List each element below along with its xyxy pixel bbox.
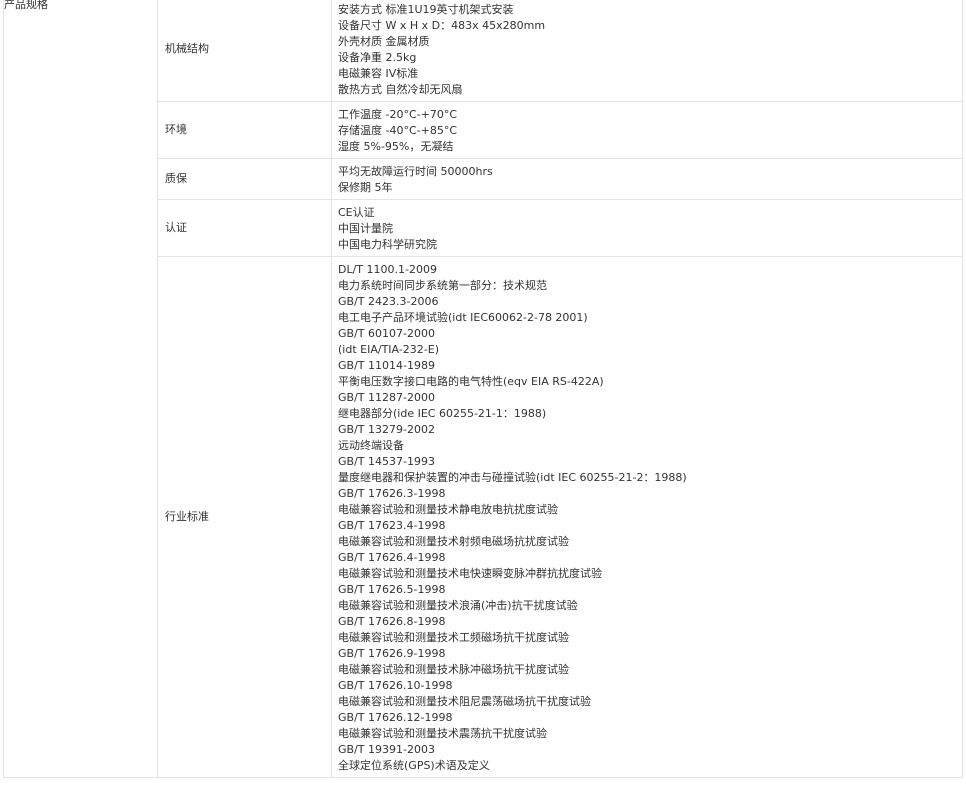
spec-line: GB/T 17626.9-1998 — [338, 647, 446, 660]
spec-line: 设备尺寸 W x H x D：483x 45x280mm — [338, 19, 546, 32]
spec-line: 量度继电器和保护装置的冲击与碰撞试验(idt IEC 60255-21-2：19… — [338, 471, 687, 484]
spec-line: 中国电力科学研究院 — [338, 238, 437, 251]
category-cell: 产品规格 — [3, 0, 158, 778]
spec-line: 中国计量院 — [338, 222, 393, 235]
spec-line: GB/T 17626.8-1998 — [338, 615, 446, 628]
spec-line: 电磁兼容试验和测量技术射频电磁场抗扰度试验 — [338, 535, 569, 548]
group-cell: 机械结构 — [157, 0, 332, 102]
spec-line: 安装方式 标准1U19英寸机架式安装 — [338, 3, 514, 16]
group-cell: 认证 — [157, 199, 332, 257]
spec-content-cell: 平均无故障运行时间 50000hrs 保修期 5年 — [331, 158, 963, 200]
spec-line: 电磁兼容试验和测量技术脉冲磁场抗干扰度试验 — [338, 663, 569, 676]
spec-line: 电磁兼容 IV标准 — [338, 67, 419, 80]
spec-line: GB/T 14537-1993 — [338, 455, 435, 468]
spec-line: 散热方式 自然冷却无风扇 — [338, 83, 463, 96]
group-label: 环境 — [165, 123, 187, 136]
spec-line: 存储温度 -40°C-+85°C — [338, 124, 458, 137]
spec-line: 设备净重 2.5kg — [338, 51, 417, 64]
spec-line: DL/T 1100.1-2009 — [338, 263, 437, 276]
spec-line: 电磁兼容试验和测量技术浪涌(冲击)抗干扰度试验 — [338, 599, 578, 612]
spec-line: 电磁兼容试验和测量技术阻尼震荡磁场抗干扰度试验 — [338, 695, 591, 708]
spec-line: 工作温度 -20°C-+70°C — [338, 108, 458, 121]
spec-line: GB/T 60107-2000 — [338, 327, 435, 340]
category-label: 产品规格 — [4, 0, 48, 11]
spec-line: 平均无故障运行时间 50000hrs — [338, 165, 493, 178]
group-label: 质保 — [165, 172, 187, 185]
spec-line: CE认证 — [338, 206, 375, 219]
spec-line: 全球定位系统(GPS)术语及定义 — [338, 759, 490, 772]
spec-line: 远动终端设备 — [338, 439, 404, 452]
spec-line: 电磁兼容试验和测量技术工频磁场抗干扰度试验 — [338, 631, 569, 644]
group-label: 机械结构 — [165, 42, 209, 55]
spec-line: 电磁兼容试验和测量技术静电放电抗扰度试验 — [338, 503, 558, 516]
spec-row: 产品规格机械结构 安装方式 标准1U19英寸机架式安装设备尺寸 W x H x D… — [3, 0, 963, 778]
spec-table: 产品规格机械结构 安装方式 标准1U19英寸机架式安装设备尺寸 W x H x D… — [3, 0, 963, 778]
spec-content-cell: CE认证中国计量院中国电力科学研究院 — [331, 199, 963, 257]
spec-line: 保修期 5年 — [338, 181, 393, 194]
spec-line: GB/T 19391-2003 — [338, 743, 435, 756]
spec-line: GB/T 2423.3-2006 — [338, 295, 439, 308]
spec-line: GB/T 11014-1989 — [338, 359, 435, 372]
spec-line: 电力系统时间同步系统第一部分：技术规范 — [338, 279, 547, 292]
spec-content-cell: DL/T 1100.1-2009 电力系统时间同步系统第一部分：技术规范 GB/T … — [331, 256, 963, 778]
spec-content-cell: 安装方式 标准1U19英寸机架式安装设备尺寸 W x H x D：483x 45… — [331, 0, 963, 102]
spec-line: 电磁兼容试验和测量技术震荡抗干扰度试验 — [338, 727, 547, 740]
spec-line: GB/T 13279-2002 — [338, 423, 435, 436]
group-cell: 环境 — [157, 101, 332, 159]
group-cell: 质保 — [157, 158, 332, 200]
spec-line: 电磁兼容试验和测量技术电快速瞬变脉冲群抗扰度试验 — [338, 567, 602, 580]
group-label: 行业标准 — [165, 510, 209, 523]
spec-line: GB/T 17626.10-1998 — [338, 679, 453, 692]
spec-line: 外壳材质 金属材质 — [338, 35, 430, 48]
spec-line: GB/T 17626.4-1998 — [338, 551, 446, 564]
spec-line: GB/T 11287-2000 — [338, 391, 435, 404]
spec-line: GB/T 17626.12-1998 — [338, 711, 453, 724]
spec-line: 电工电子产品环境试验(idt IEC60062-2-78 2001) — [338, 311, 588, 324]
spec-line: 继电器部分(ide IEC 60255-21-1：1988) — [338, 407, 547, 420]
group-label: 认证 — [165, 221, 187, 234]
group-cell: 行业标准 — [157, 256, 332, 778]
spec-line: GB/T 17623.4-1998 — [338, 519, 446, 532]
spec-line: (idt EIA/TIA-232-E) — [338, 343, 439, 356]
spec-line: GB/T 17626.3-1998 — [338, 487, 446, 500]
spec-line: 湿度 5%-95%，无凝结 — [338, 140, 454, 153]
spec-line: 平衡电压数字接口电路的电气特性(eqv EIA RS-422A) — [338, 375, 604, 388]
spec-content-cell: 工作温度 -20°C-+70°C 存储温度 -40°C-+85°C 湿度 5%-95… — [331, 101, 963, 159]
spec-table-body: 产品规格机械结构 安装方式 标准1U19英寸机架式安装设备尺寸 W x H x D… — [3, 0, 963, 778]
spec-line: GB/T 17626.5-1998 — [338, 583, 446, 596]
